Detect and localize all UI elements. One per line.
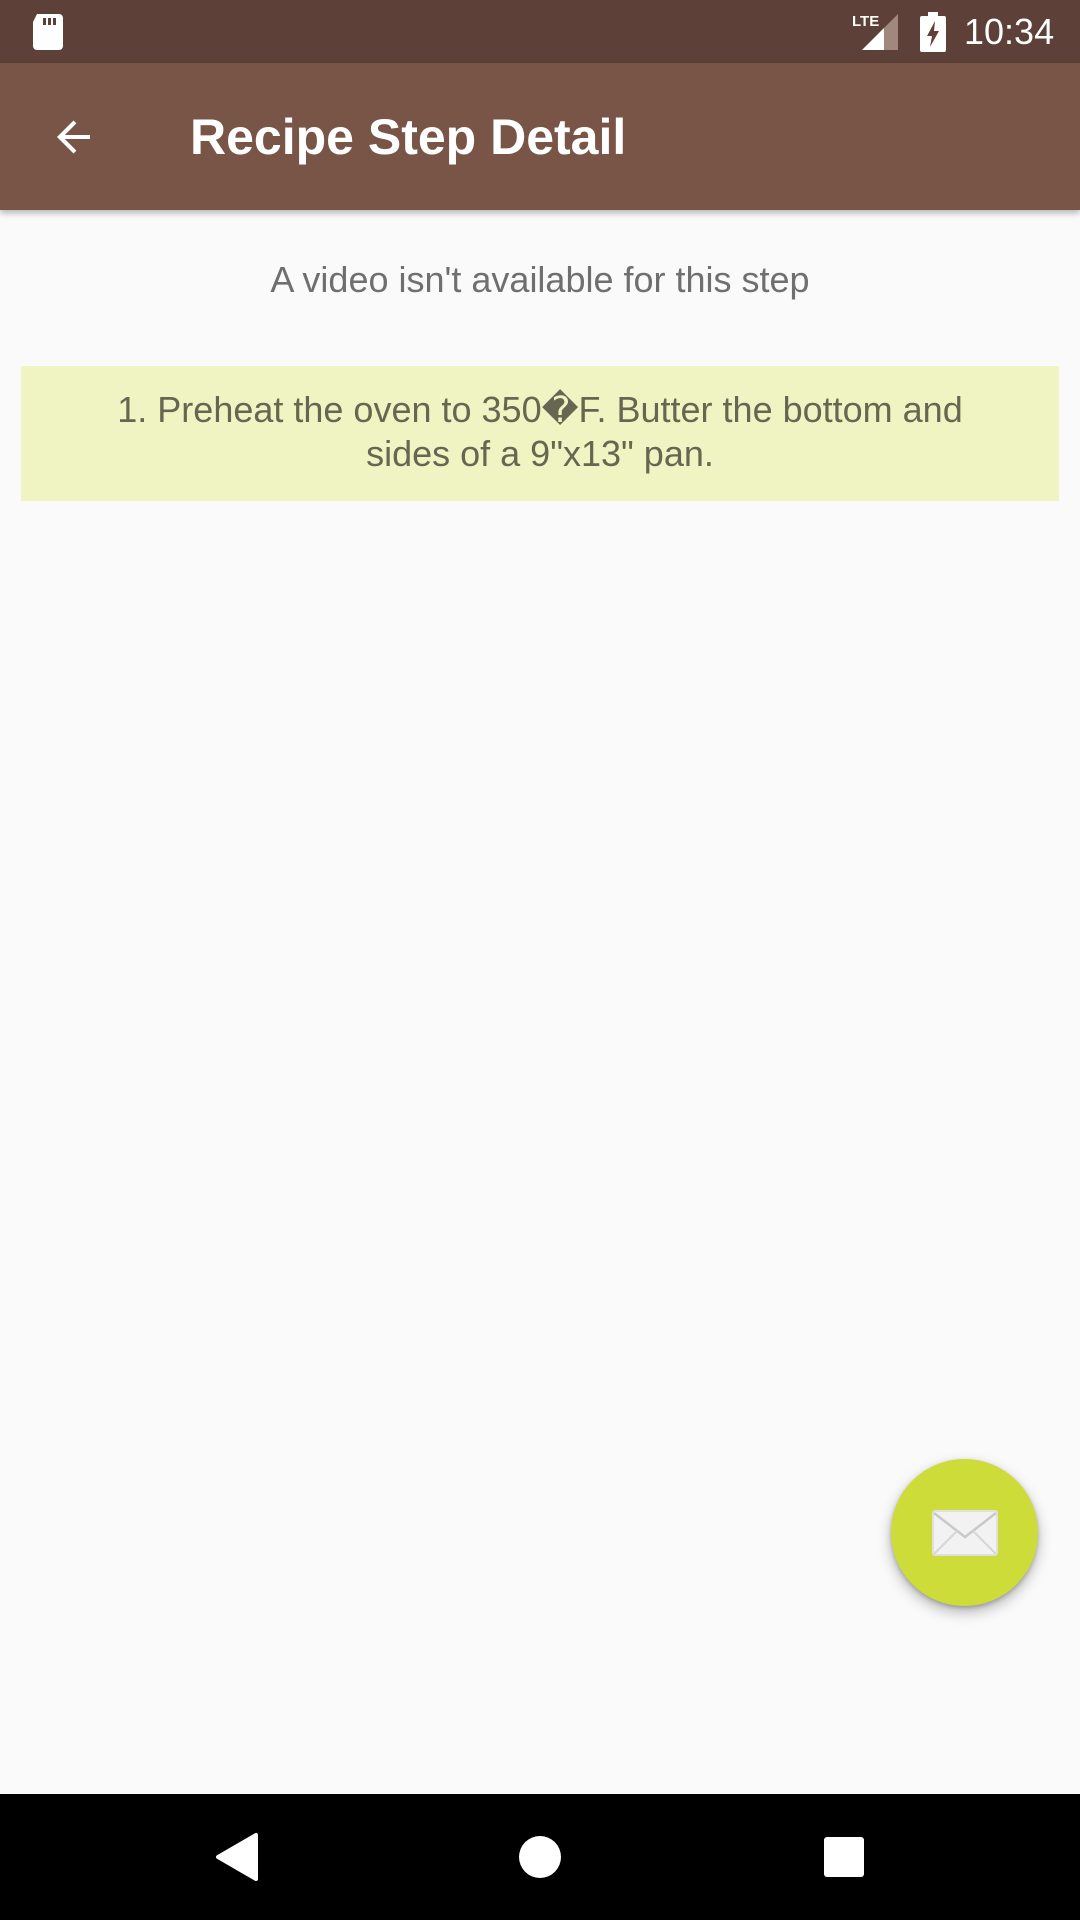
lte-signal-icon: LTE [852, 13, 898, 50]
battery-charging-icon [920, 12, 946, 52]
home-circle-icon [519, 1836, 561, 1878]
sd-card-icon [33, 14, 63, 50]
nav-back-button[interactable] [196, 1817, 276, 1897]
step-description-card: 1. Preheat the oven to 350�F. Butter the… [21, 366, 1059, 501]
envelope-icon [931, 1509, 998, 1556]
status-bar: LTE 10:34 [0, 0, 1080, 63]
nav-home-button[interactable] [500, 1817, 580, 1897]
step-description-line-1: 1. Preheat the oven to 350�F. Butter the… [117, 389, 963, 430]
page-title: Recipe Step Detail [190, 109, 627, 165]
status-clock: 10:34 [964, 11, 1055, 52]
email-fab-button[interactable] [891, 1459, 1038, 1606]
step-description-line-2: sides of a 9"x13" pan. [366, 433, 714, 474]
no-video-message: A video isn't available for this step [270, 259, 810, 300]
nav-recents-button[interactable] [804, 1817, 884, 1897]
arrow-back-icon [57, 120, 90, 154]
system-navigation-bar [0, 1794, 1080, 1920]
recents-square-icon [824, 1837, 864, 1877]
app-bar: Recipe Step Detail [0, 63, 1080, 210]
back-triangle-icon [216, 1833, 258, 1881]
back-button[interactable] [36, 99, 112, 175]
svg-text:LTE: LTE [852, 13, 879, 30]
